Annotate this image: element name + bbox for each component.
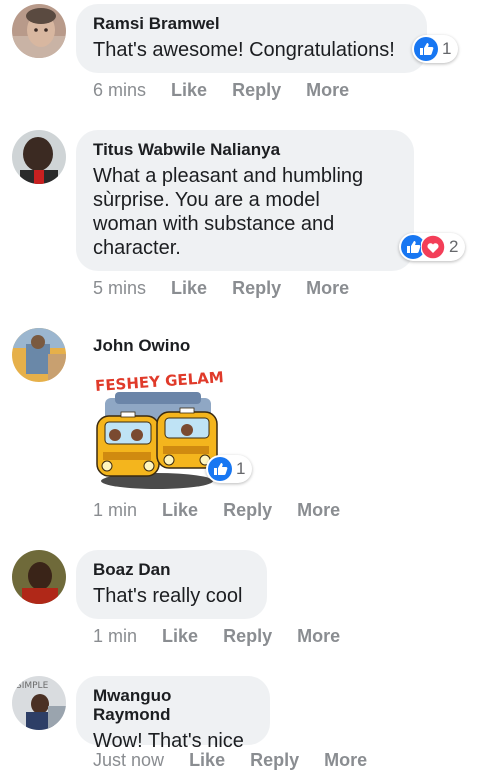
- comment-text: What a pleasant and humbling sùrprise. Y…: [93, 164, 396, 260]
- more-button[interactable]: More: [306, 80, 349, 100]
- reaction-summary[interactable]: 1: [206, 455, 252, 483]
- reaction-count: 2: [449, 237, 459, 256]
- reply-button[interactable]: Reply: [232, 278, 281, 298]
- comment-text: That's awesome! Congratulations!: [93, 39, 395, 61]
- comment-author[interactable]: Mwanguo Raymond: [93, 686, 252, 724]
- comment-text: That's really cool: [93, 585, 243, 607]
- more-button[interactable]: More: [297, 626, 340, 646]
- avatar[interactable]: [12, 328, 66, 382]
- comment-actions: 1 min Like Reply More: [93, 500, 340, 520]
- comment-time: 1 min: [93, 626, 138, 646]
- avatar-photo: [12, 328, 66, 382]
- more-button[interactable]: More: [306, 278, 349, 298]
- reaction-summary[interactable]: 2: [399, 233, 465, 261]
- avatar[interactable]: [12, 4, 66, 58]
- thumbs-up-icon: [208, 457, 232, 481]
- avatar-photo: SIMPLE: [12, 676, 66, 730]
- comment-time: 5 mins: [93, 278, 147, 298]
- comment-bubble[interactable]: Boaz Dan That's really cool: [76, 550, 267, 619]
- taxi-sticker-image: FESHEY GELAM!: [95, 368, 231, 489]
- comment-actions: Just now Like Reply More: [93, 750, 367, 770]
- more-button[interactable]: More: [297, 500, 340, 520]
- reply-button[interactable]: Reply: [223, 500, 272, 520]
- comment-bubble[interactable]: Mwanguo Raymond Wow! That's nice: [76, 676, 270, 752]
- reaction-count: 1: [236, 459, 246, 478]
- reaction-summary[interactable]: 1: [412, 35, 458, 63]
- sticker-text: FESHEY GELAM!: [95, 368, 223, 395]
- comment-author[interactable]: Ramsi Bramwel: [93, 14, 409, 33]
- reply-button[interactable]: Reply: [232, 80, 281, 100]
- heart-icon: [421, 235, 445, 259]
- comment-time: Just now: [93, 750, 165, 770]
- like-button[interactable]: Like: [171, 278, 207, 298]
- reaction-count: 1: [442, 39, 452, 58]
- comment-actions: 6 mins Like Reply More: [93, 80, 349, 100]
- like-button[interactable]: Like: [189, 750, 225, 770]
- avatar[interactable]: [12, 550, 66, 604]
- thumbs-up-icon: [414, 37, 438, 61]
- comment-text-line: What a pleasant and humbling: [93, 165, 364, 187]
- avatar[interactable]: SIMPLE: [12, 676, 66, 730]
- comment-time: 6 mins: [93, 80, 147, 100]
- more-button[interactable]: More: [324, 750, 367, 770]
- comment-bubble[interactable]: Titus Wabwile Nalianya What a pleasant a…: [76, 130, 414, 271]
- like-button[interactable]: Like: [162, 500, 198, 520]
- comment-author[interactable]: Titus Wabwile Nalianya: [93, 140, 396, 159]
- comment-actions: 1 min Like Reply More: [93, 626, 340, 646]
- avatar-photo: [12, 4, 66, 58]
- comment-bubble[interactable]: Ramsi Bramwel That's awesome! Congratula…: [76, 4, 427, 73]
- comment-author[interactable]: John Owino: [93, 336, 190, 355]
- comment-actions: 5 mins Like Reply More: [93, 278, 349, 298]
- comment-text-line: character.: [93, 237, 181, 259]
- like-button[interactable]: Like: [171, 80, 207, 100]
- comment-sticker[interactable]: FESHEY GELAM!: [93, 368, 231, 493]
- avatar-text: SIMPLE: [16, 681, 49, 691]
- reply-button[interactable]: Reply: [223, 626, 272, 646]
- avatar-photo: [12, 550, 66, 604]
- reply-button[interactable]: Reply: [250, 750, 299, 770]
- like-button[interactable]: Like: [162, 626, 198, 646]
- comment-text-line: sùrprise. You are a model: [93, 189, 320, 211]
- avatar[interactable]: [12, 130, 66, 184]
- comment-time: 1 min: [93, 500, 138, 520]
- avatar-photo: [12, 130, 66, 184]
- comment-text-line: woman with substance and: [93, 213, 335, 235]
- comment-author[interactable]: Boaz Dan: [93, 560, 249, 579]
